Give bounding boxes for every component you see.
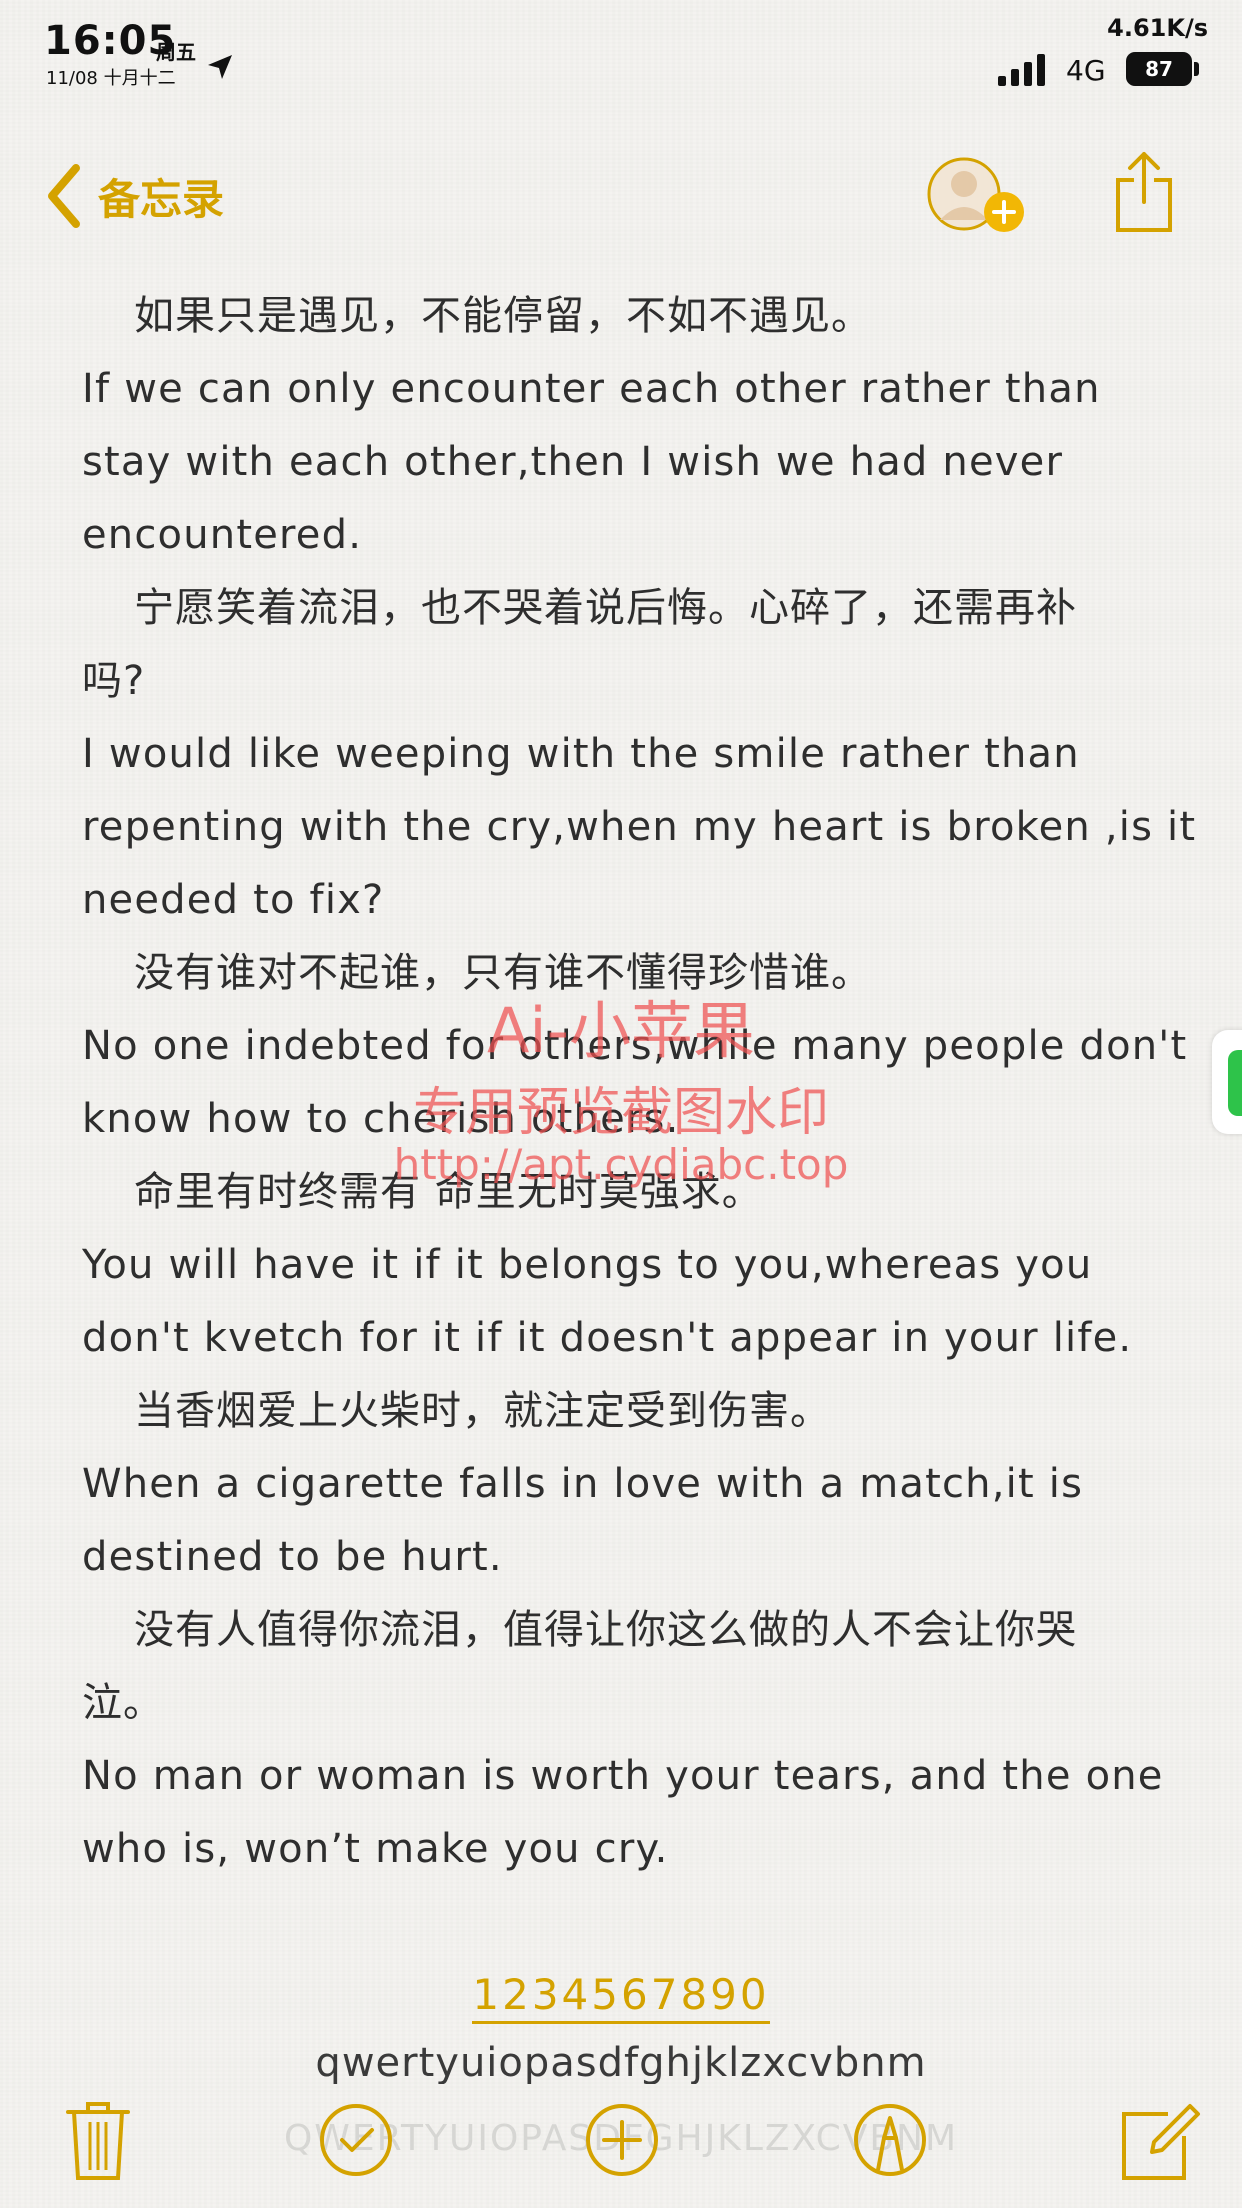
watermark-subtitle: 专用预览截图水印 — [412, 1083, 829, 1143]
note-line: 如果只是遇见，不能停留，不如不遇见。 — [134, 293, 872, 339]
checklist-icon[interactable] — [314, 2098, 398, 2182]
note-line: encountered. — [82, 512, 363, 558]
add-person-icon[interactable] — [926, 156, 1030, 236]
note-line: 宁愿笑着流泪，也不哭着说后悔。心碎了，还需再补 — [134, 585, 1077, 631]
floating-handle-indicator — [1228, 1050, 1242, 1116]
chevron-left-icon — [48, 164, 80, 228]
note-line: needed to fix? — [82, 877, 385, 923]
note-line: 泣。 — [82, 1680, 164, 1726]
trash-icon[interactable] — [56, 2098, 140, 2182]
status-date: 11/08 十月十二 — [46, 68, 176, 89]
cellular-signal-icon — [998, 54, 1045, 86]
note-line: No man or woman is worth your tears, and… — [82, 1753, 1164, 1799]
status-weekday: 周五 — [156, 40, 196, 64]
markup-pen-icon[interactable] — [848, 2098, 932, 2182]
note-line: You will have it if it belongs to you,wh… — [82, 1242, 1093, 1288]
back-button-label: 备忘录 — [98, 174, 225, 224]
lowercase-letters: qwertyuiopasdfghjklzxcvbnm — [315, 2040, 927, 2084]
note-line: 当香烟爱上火柴时，就注定受到伤害。 — [134, 1388, 831, 1434]
watermark-title: Ai-小苹果 — [486, 994, 755, 1067]
note-line: don't kvetch for it if it doesn't appear… — [82, 1315, 1133, 1361]
battery-icon: 87 — [1126, 52, 1192, 86]
note-line: who is, won’t make you cry. — [82, 1826, 669, 1872]
back-button[interactable]: 备忘录 — [44, 164, 224, 228]
network-speed: 4.61K/s — [1107, 14, 1208, 42]
location-arrow-icon — [208, 55, 232, 79]
note-line: destined to be hurt. — [82, 1534, 503, 1580]
battery-tip — [1194, 62, 1199, 76]
carrier-label: 4G — [1066, 54, 1106, 87]
note-line: repenting with the cry,when my heart is … — [82, 804, 1197, 850]
share-icon[interactable] — [1112, 150, 1176, 234]
note-line: stay with each other,then I wish we had … — [82, 439, 1064, 485]
digits-link[interactable]: 1234567890 — [0, 1970, 1242, 2024]
note-line: 没有人值得你流泪，值得让你这么做的人不会让你哭 — [134, 1607, 1077, 1653]
add-icon[interactable] — [580, 2098, 664, 2182]
digits-text: 1234567890 — [472, 1970, 770, 2024]
note-line: I would like weeping with the smile rath… — [82, 731, 1080, 777]
note-line: If we can only encounter each other rath… — [82, 366, 1101, 412]
compose-icon[interactable] — [1118, 2098, 1202, 2182]
note-line: When a cigarette falls in love with a ma… — [82, 1461, 1084, 1507]
watermark-url: http://apt.cydiabc.top — [393, 1140, 849, 1189]
note-line: 吗? — [82, 658, 146, 704]
